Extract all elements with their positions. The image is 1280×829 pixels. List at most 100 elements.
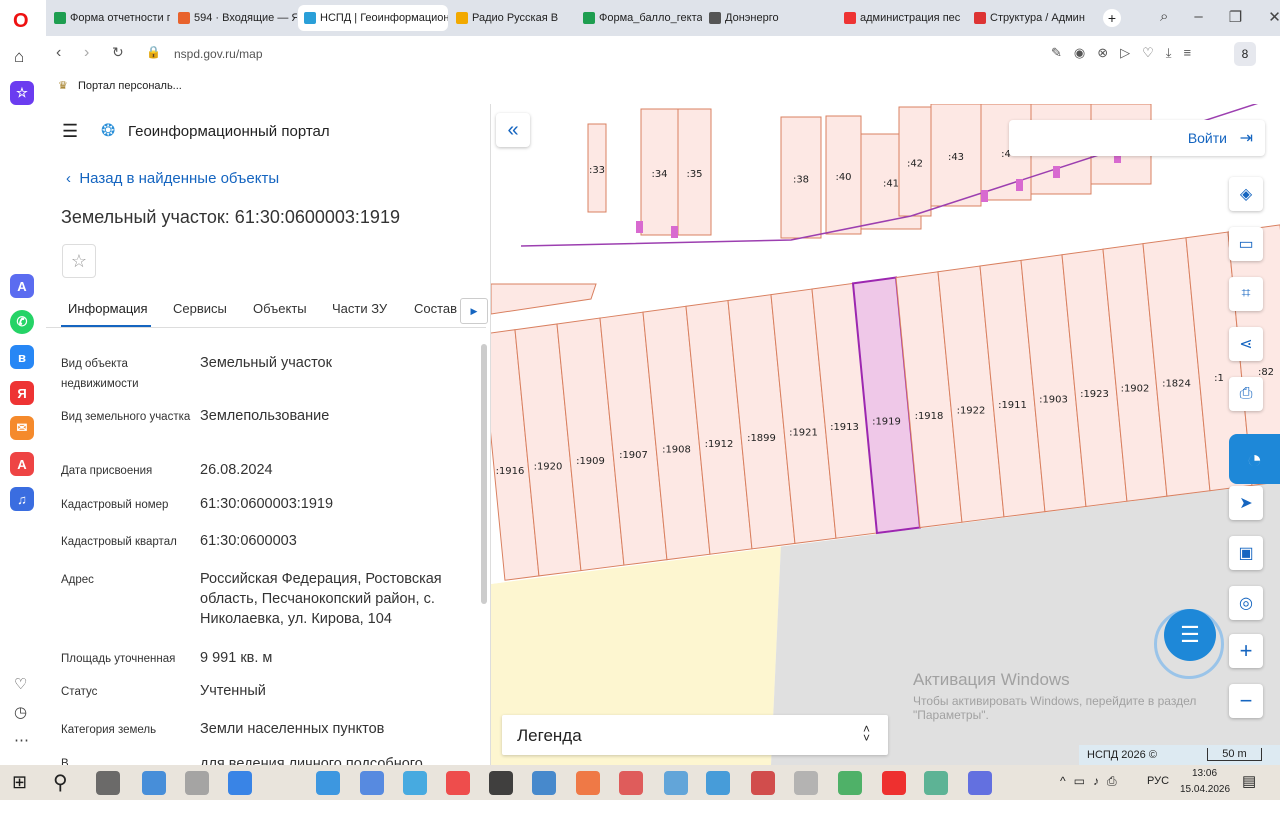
- taskbar-app-icon[interactable]: [96, 771, 120, 795]
- toolbar-icons[interactable]: ✎◉⊗▷♡⤓≡: [1051, 45, 1203, 61]
- taskbar-app-icon[interactable]: [924, 771, 948, 795]
- close-icon[interactable]: ✕: [1268, 8, 1280, 26]
- parcel-label: :1899: [747, 433, 776, 444]
- browser-tab[interactable]: НСПД | Геоинформацион: [298, 5, 448, 31]
- zoom-out-button[interactable]: −: [1229, 684, 1263, 718]
- taskbar-app-icon[interactable]: [532, 771, 556, 795]
- tab-info[interactable]: Информация: [68, 301, 148, 316]
- field-label: Кадастровый квартал: [61, 536, 177, 548]
- attribution: НСПД 2026 © 50 m: [1079, 745, 1280, 765]
- layers-button[interactable]: ◈: [1229, 177, 1263, 211]
- maximize-icon[interactable]: ❐: [1229, 8, 1242, 26]
- taskbar-app-icon[interactable]: [706, 771, 730, 795]
- browser-tab[interactable]: администрация пес: [838, 5, 966, 31]
- select-area-button[interactable]: ⌗: [1229, 277, 1263, 311]
- taskbar-app-icon[interactable]: [228, 771, 252, 795]
- print-button[interactable]: ⎙: [1229, 377, 1263, 411]
- history-icon[interactable]: ◷: [14, 703, 27, 721]
- parcel-label: :33: [589, 165, 605, 176]
- browser-tab[interactable]: Донэнерго: [703, 5, 798, 31]
- taskbar-app-icon[interactable]: [446, 771, 470, 795]
- tray-icons[interactable]: ^▭♪⎙: [1060, 774, 1125, 789]
- minimap-button[interactable]: ▣: [1229, 536, 1263, 570]
- search-icon[interactable]: ⚲: [53, 770, 68, 795]
- taskbar-app-icon[interactable]: [403, 771, 427, 795]
- field-value: Учтенный: [200, 683, 266, 699]
- legend-panel[interactable]: Легенда ˄ ˅: [502, 715, 888, 755]
- zoom-in-button[interactable]: +: [1229, 634, 1263, 668]
- taskbar-app-icon[interactable]: [882, 771, 906, 795]
- building: [671, 226, 678, 238]
- chat-button[interactable]: ☰: [1164, 609, 1216, 661]
- home-icon[interactable]: ⌂: [14, 47, 24, 67]
- building: [1053, 166, 1060, 178]
- taskbar-app-icon[interactable]: [316, 771, 340, 795]
- profile-icon[interactable]: 8: [1234, 42, 1256, 66]
- start-icon[interactable]: ⊞: [12, 772, 27, 793]
- taskbar-app-icon[interactable]: [142, 771, 166, 795]
- clock-date[interactable]: 15.04.2026: [1180, 784, 1230, 795]
- taskbar-app-icon[interactable]: [619, 771, 643, 795]
- taskbar-app-icon[interactable]: [360, 771, 384, 795]
- field-value: 26.08.2024: [200, 462, 273, 478]
- tab-label: Форма отчетности п: [70, 12, 170, 24]
- music-icon[interactable]: ♫: [10, 487, 34, 511]
- speed-dial-icon[interactable]: ☆: [10, 81, 34, 105]
- favorite-star-button[interactable]: ☆: [62, 244, 96, 278]
- reload-icon[interactable]: ↻: [112, 44, 124, 61]
- map-view[interactable]: :1916:1920:1909:1907:1908:1912:1899:1921…: [491, 104, 1280, 765]
- translate-icon[interactable]: A: [10, 452, 34, 476]
- taskbar-app-icon[interactable]: [838, 771, 862, 795]
- favorites-icon[interactable]: ♡: [14, 675, 27, 693]
- url-field[interactable]: nspd.gov.ru/map: [174, 47, 263, 61]
- taskbar-app-icon[interactable]: [489, 771, 513, 795]
- mail-icon[interactable]: ✉: [10, 416, 34, 440]
- tab-parts[interactable]: Части ЗУ: [332, 301, 387, 316]
- opera-logo-icon[interactable]: O: [13, 10, 29, 33]
- minimize-icon[interactable]: –: [1194, 8, 1202, 26]
- bookmark-item[interactable]: Портал персональ...: [78, 80, 182, 92]
- login-button[interactable]: Войти: [1188, 130, 1227, 146]
- nspd-logo-button[interactable]: ◔: [1229, 434, 1280, 484]
- yandex-icon[interactable]: Я: [10, 381, 34, 405]
- browser-tab[interactable]: Форма_балло_гекта: [577, 5, 702, 31]
- tabs-scroll-right-button[interactable]: ▶: [460, 298, 488, 324]
- scrollbar[interactable]: [481, 344, 487, 604]
- notifications-icon[interactable]: ▤: [1242, 772, 1256, 790]
- taskbar-app-icon[interactable]: [576, 771, 600, 795]
- tab-objects[interactable]: Объекты: [253, 301, 307, 316]
- collapse-panel-button[interactable]: «: [496, 113, 530, 147]
- browser-tab[interactable]: Радио Русская В: [450, 5, 575, 31]
- tab-services[interactable]: Сервисы: [173, 301, 227, 316]
- back-link[interactable]: ‹ Назад в найденные объекты: [66, 170, 279, 187]
- share-button[interactable]: ⋖: [1229, 327, 1263, 361]
- vk-icon[interactable]: в: [10, 345, 34, 369]
- browser-tab[interactable]: Структура / Админ: [968, 5, 1093, 31]
- parcel-label: :43: [948, 152, 964, 163]
- taskbar-app-icon[interactable]: [751, 771, 775, 795]
- field-value: Земли населенных пунктов: [200, 721, 385, 737]
- clock-time[interactable]: 13:06: [1192, 768, 1217, 779]
- browser-tab[interactable]: Форма отчетности п: [48, 5, 170, 31]
- ruler-button[interactable]: ▭: [1229, 227, 1263, 261]
- more-icon[interactable]: ⋯: [14, 731, 29, 749]
- back-icon[interactable]: ‹: [56, 44, 61, 62]
- navigate-button[interactable]: ➤: [1229, 486, 1263, 520]
- parcel-label: :1918: [915, 411, 944, 422]
- whatsapp-icon[interactable]: ✆: [10, 310, 34, 334]
- taskbar-app-icon[interactable]: [794, 771, 818, 795]
- taskbar-app-icon[interactable]: [185, 771, 209, 795]
- language-indicator[interactable]: РУС: [1147, 775, 1169, 787]
- tab-composition[interactable]: Состав: [414, 301, 457, 316]
- aria-icon[interactable]: A: [10, 274, 34, 298]
- new-tab-button[interactable]: +: [1103, 9, 1121, 27]
- parcel-label: :1916: [496, 466, 525, 477]
- menu-icon[interactable]: ☰: [62, 121, 78, 142]
- browser-tab[interactable]: 594 · Входящие — Я: [172, 5, 297, 31]
- taskbar-app-icon[interactable]: [968, 771, 992, 795]
- search-icon[interactable]: ⌕: [1160, 8, 1168, 26]
- taskbar-app-icon[interactable]: [664, 771, 688, 795]
- forward-icon[interactable]: ›: [84, 44, 89, 62]
- locate-button[interactable]: ◎: [1229, 586, 1263, 620]
- tab-label: Форма_балло_гекта: [599, 12, 702, 24]
